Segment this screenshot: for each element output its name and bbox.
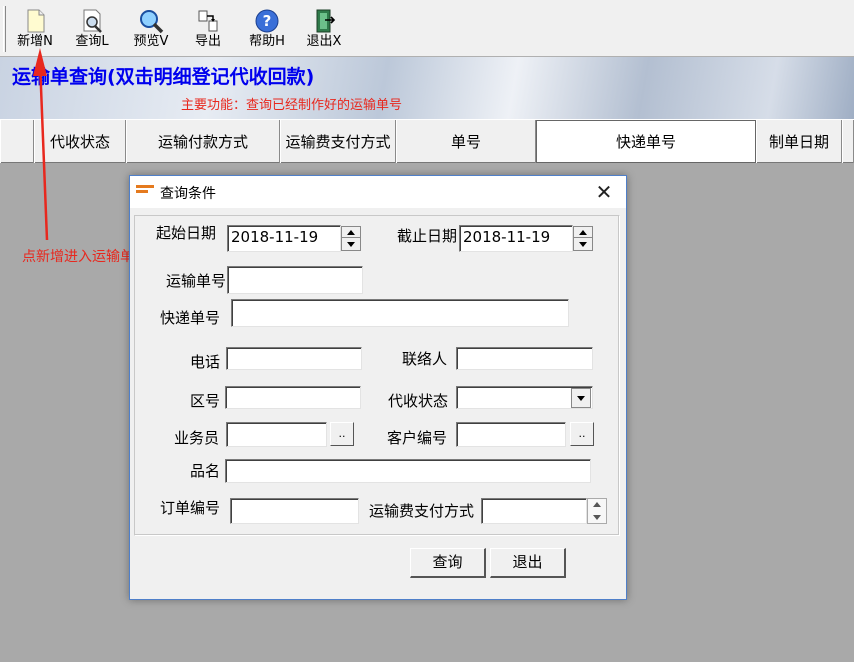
express-number-field[interactable]: [231, 299, 569, 327]
criteria-group: [134, 215, 620, 536]
grid-row-indicator: [0, 120, 34, 163]
salesman-browse-button[interactable]: ..: [330, 422, 354, 446]
spin-up-icon[interactable]: [588, 499, 606, 510]
freight-payment-spinner[interactable]: [587, 498, 607, 524]
area-code-field[interactable]: [225, 386, 361, 409]
cod-status-label: 代收状态: [388, 392, 449, 410]
contact-field[interactable]: [456, 347, 593, 370]
grid-header: 代收状态 运输付款方式 运输费支付方式 单号 快递单号 制单日期: [0, 119, 854, 163]
dialog-title: 查询条件: [160, 186, 216, 202]
order-number-label: 订单编号: [160, 499, 221, 517]
column-header-filler: [842, 120, 854, 163]
product-name-field[interactable]: [225, 459, 591, 483]
dialog-titlebar: 查询条件 ✕: [130, 176, 626, 208]
query-button[interactable]: 查询L: [67, 6, 117, 54]
spin-up-icon[interactable]: [342, 227, 360, 238]
cod-status-dropdown-button[interactable]: [571, 388, 591, 408]
query-dialog: 查询条件 ✕ 起始日期 2018-11-19 截止日期 2018-11-19 运…: [129, 175, 627, 600]
waybill-number-field[interactable]: [227, 266, 363, 294]
area-code-label: 区号: [190, 392, 221, 410]
app-icon: [136, 184, 154, 196]
express-number-label: 快递单号: [160, 309, 221, 327]
salesman-field[interactable]: [226, 422, 327, 447]
spin-down-icon[interactable]: [588, 512, 606, 523]
end-date-label: 截止日期: [397, 227, 458, 245]
spin-down-icon[interactable]: [342, 239, 360, 250]
phone-field[interactable]: [226, 347, 362, 370]
customer-number-field[interactable]: [456, 422, 566, 447]
customer-browse-button[interactable]: ..: [570, 422, 594, 446]
spin-down-icon[interactable]: [574, 239, 592, 250]
exit-door-icon: [311, 8, 337, 34]
new-document-icon: [22, 8, 48, 34]
preview-button[interactable]: 预览V: [126, 6, 176, 54]
header-banner: 运输单查询(双击明细登记代收回款) 主要功能：查询已经制作好的运输单号: [0, 57, 854, 119]
export-icon: [195, 8, 221, 34]
start-date-field[interactable]: 2018-11-19: [227, 225, 341, 252]
column-header[interactable]: 代收状态: [34, 120, 126, 163]
phone-label: 电话: [190, 353, 221, 371]
end-date-spinner[interactable]: [573, 226, 593, 251]
magnifier-icon: [138, 8, 164, 34]
end-date-field[interactable]: 2018-11-19: [459, 225, 573, 252]
product-name-label: 品名: [190, 462, 221, 480]
page-subtitle: 主要功能：查询已经制作好的运输单号: [181, 98, 403, 113]
chevron-down-icon: [577, 396, 585, 401]
exit-button[interactable]: 退出X: [299, 6, 349, 54]
contact-label: 联络人: [402, 350, 448, 368]
column-header[interactable]: 快递单号: [536, 120, 756, 163]
start-date-label: 起始日期: [156, 224, 217, 242]
toolbar-grip: [3, 6, 6, 52]
freight-payment-label: 运输费支付方式: [369, 502, 475, 520]
column-header[interactable]: 制单日期: [756, 120, 842, 163]
svg-text:?: ?: [263, 12, 272, 30]
order-number-field[interactable]: [230, 498, 359, 524]
spin-up-icon[interactable]: [574, 227, 592, 238]
close-icon[interactable]: ✕: [590, 178, 618, 206]
document-search-icon: [79, 8, 105, 34]
new-button[interactable]: 新增N: [10, 6, 60, 54]
salesman-label: 业务员: [174, 429, 220, 447]
query-submit-button[interactable]: 查询: [410, 548, 486, 578]
export-button[interactable]: 导出: [183, 6, 233, 54]
column-header[interactable]: 运输付款方式: [126, 120, 280, 163]
waybill-number-label: 运输单号: [166, 272, 227, 290]
help-icon: ?: [254, 8, 280, 34]
start-date-spinner[interactable]: [341, 226, 361, 251]
column-header[interactable]: 单号: [396, 120, 536, 163]
page-title: 运输单查询(双击明细登记代收回款): [12, 66, 315, 88]
freight-payment-field[interactable]: [481, 498, 587, 524]
help-button[interactable]: ? 帮助H: [242, 6, 292, 54]
column-header[interactable]: 运输费支付方式: [280, 120, 396, 163]
toolbar: 新增N 查询L 预览V 导出 ? 帮助H 退出X: [0, 0, 854, 57]
customer-number-label: 客户编号: [387, 429, 448, 447]
dialog-exit-button[interactable]: 退出: [490, 548, 566, 578]
